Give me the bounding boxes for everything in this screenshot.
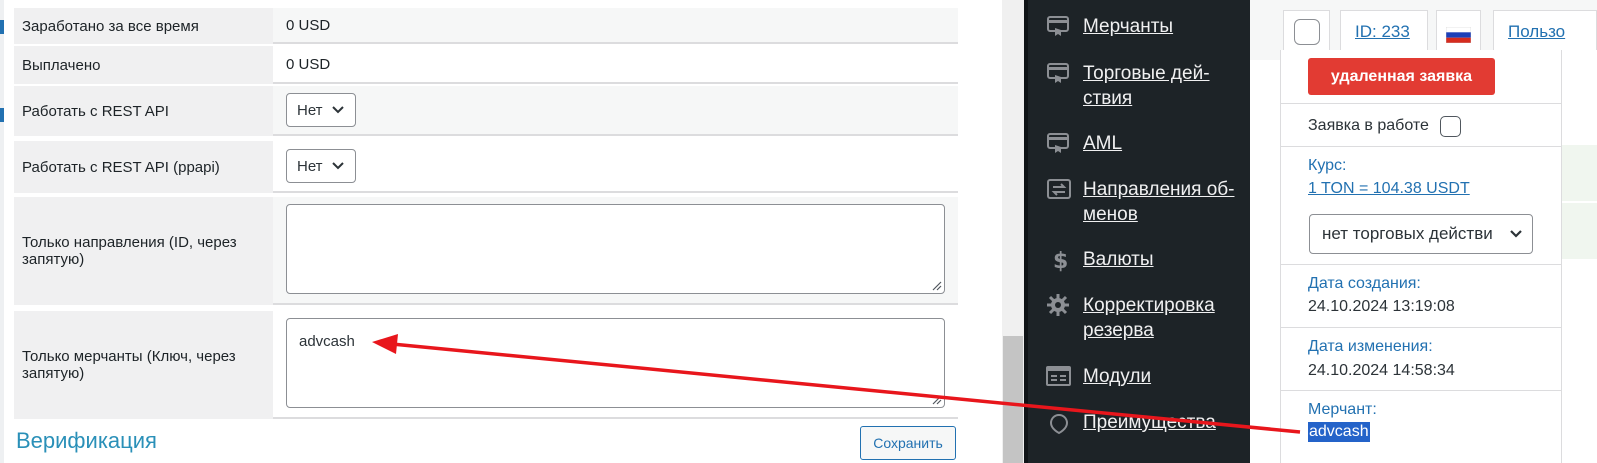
- select-value: нет торговых действи: [1322, 224, 1493, 243]
- save-button[interactable]: Сохранить: [860, 426, 956, 460]
- divider: [1281, 264, 1561, 265]
- gutter: [958, 0, 1002, 463]
- sidebar-shadow: [1024, 0, 1028, 463]
- resize-handle-icon[interactable]: [930, 279, 942, 291]
- trade-action-select[interactable]: нет торговых действи: [1309, 214, 1533, 254]
- edge-link-fragment[interactable]: [0, 20, 4, 34]
- sidebar-item-label: Корректировка резерва: [1083, 295, 1215, 341]
- rest-api-cell: Нет: [273, 86, 958, 136]
- divider: [1281, 103, 1561, 104]
- dollar-icon: $: [1053, 249, 1068, 273]
- chevron-down-icon: [331, 162, 344, 170]
- trade-actions-icon: [1047, 63, 1069, 83]
- form-row-rest-api: Работать с REST API Нет: [14, 86, 958, 136]
- select-value: Нет: [297, 157, 323, 175]
- merchant-label: Мерчант:: [1308, 401, 1377, 418]
- adjacent-column-strip: [1562, 203, 1597, 259]
- scrollbar-thumb[interactable]: [1003, 336, 1023, 463]
- modules-icon: [1046, 366, 1071, 386]
- sidebar-item-label: Мерчанты: [1083, 16, 1174, 37]
- rest-api-ppapi-select[interactable]: Нет: [286, 149, 356, 183]
- textarea-value: advcash: [299, 333, 355, 350]
- divider: [1281, 327, 1561, 328]
- sidebar-item-label: AML: [1083, 133, 1123, 154]
- sidebar-item-label: Торговые дей-ствия: [1083, 63, 1210, 109]
- aml-icon: [1047, 133, 1069, 153]
- in-work-checkbox[interactable]: [1440, 116, 1461, 137]
- form-row-rest-api-ppapi: Работать с REST API (ppapi) Нет: [14, 141, 958, 193]
- sidebar-item-label: Валюты: [1083, 249, 1154, 270]
- resize-handle-icon[interactable]: [930, 393, 942, 405]
- divider: [1281, 390, 1561, 391]
- created-value: 24.10.2024 13:19:08: [1308, 298, 1455, 315]
- left-edge: [0, 0, 4, 463]
- modified-value: 24.10.2024 14:58:34: [1308, 362, 1455, 379]
- edge-link-fragment[interactable]: [0, 108, 4, 122]
- merchant-value: advcash: [1308, 422, 1370, 442]
- form-row-paid: Выплачено 0 USD: [14, 46, 958, 84]
- only-merchants-textarea[interactable]: advcash: [286, 318, 945, 408]
- only-directions-textarea[interactable]: [286, 204, 945, 294]
- field-label: Только мерчанты (Ключ, через запятую): [14, 311, 273, 419]
- in-work-label: Заявка в работе: [1308, 117, 1429, 134]
- screenshot-root: Заработано за все время 0 USD Выплачено …: [0, 0, 1597, 463]
- status-badge: удаленная заявка: [1308, 58, 1495, 95]
- svg-text:$: $: [1053, 249, 1068, 273]
- order-id-link[interactable]: ID: 233: [1355, 22, 1410, 42]
- russia-flag-icon: [1446, 27, 1471, 43]
- adjacent-column-strip: [1562, 145, 1597, 201]
- divider: [1281, 146, 1561, 147]
- field-label: Выплачено: [14, 46, 273, 84]
- merchant-icon: [1047, 16, 1069, 36]
- paid-value: 0 USD: [273, 46, 958, 84]
- chevron-down-icon: [1508, 226, 1524, 242]
- field-label: Только направления (ID, через запятую): [14, 197, 273, 305]
- sidebar-item-label: Модули: [1083, 366, 1152, 387]
- sidebar-item-label: Направления об-менов: [1083, 179, 1235, 225]
- modified-label: Дата изменения:: [1308, 338, 1433, 355]
- rate-value-link[interactable]: 1 TON = 104.38 USDT: [1308, 180, 1470, 198]
- rest-api-select[interactable]: Нет: [286, 93, 356, 127]
- section-title-verification: Верификация: [16, 428, 157, 453]
- exchange-directions-icon: [1047, 179, 1071, 199]
- advantages-icon: [1049, 413, 1069, 435]
- form-row-earned: Заработано за все время 0 USD: [14, 8, 958, 44]
- created-label: Дата создания:: [1308, 275, 1421, 292]
- field-label: Работать с REST API (ppapi): [14, 141, 273, 193]
- user-link[interactable]: Пользо: [1508, 22, 1565, 42]
- order-select-checkbox[interactable]: [1294, 19, 1320, 45]
- sidebar-item-label: Преимущества: [1083, 412, 1216, 433]
- field-label: Заработано за все время: [14, 8, 273, 44]
- rate-label: Курс:: [1308, 157, 1347, 174]
- field-label: Работать с REST API: [14, 86, 273, 136]
- earned-value: 0 USD: [273, 8, 958, 44]
- gear-icon: [1047, 294, 1069, 316]
- rest-api-ppapi-cell: Нет: [273, 141, 958, 193]
- chevron-down-icon: [331, 106, 344, 114]
- select-value: Нет: [297, 101, 323, 119]
